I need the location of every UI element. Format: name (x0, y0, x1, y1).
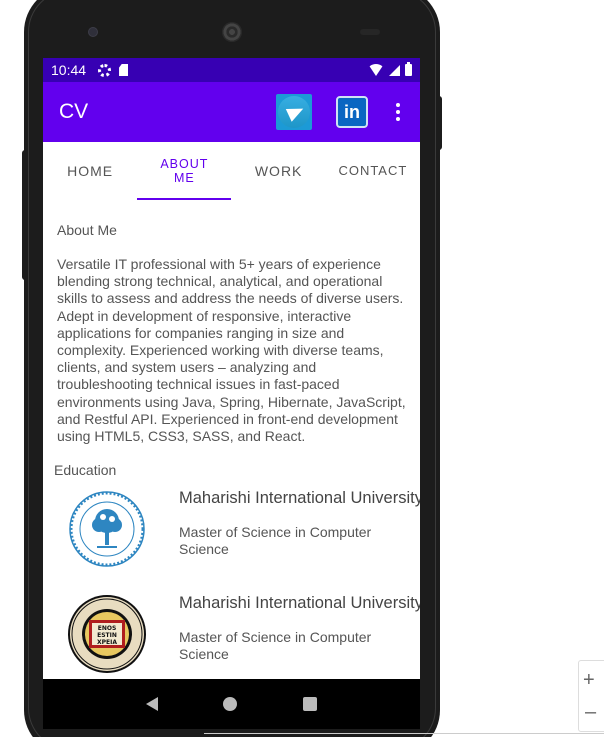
tab-label: HOME (67, 163, 114, 179)
wifi-icon (368, 64, 384, 76)
bethany-lutheran-seal-logo: ENOS ESTIN XPEIA (68, 595, 146, 674)
recents-icon[interactable] (303, 697, 318, 711)
zoom-control: + – (578, 660, 604, 732)
emulator-stage: 10:44 CV in HOME ABOUT ME WORK CONTACT A… (0, 0, 604, 737)
about-content: About Me Versatile IT professional with … (43, 222, 420, 674)
tab-label: CONTACT (338, 163, 408, 178)
education-heading: Education (54, 462, 117, 479)
svg-text:XPEIA: XPEIA (97, 639, 117, 646)
system-nav-bar (43, 679, 420, 729)
status-bar: 10:44 (43, 58, 420, 82)
gear-icon (98, 63, 112, 77)
svg-text:ENOS: ENOS (98, 625, 117, 632)
phone-screen: 10:44 CV in HOME ABOUT ME WORK CONTACT A… (43, 58, 420, 679)
zoom-out-icon[interactable]: – (585, 701, 596, 724)
tab-label: WORK (254, 163, 303, 179)
status-time: 10:44 (51, 62, 87, 78)
tab-bar: HOME ABOUT ME WORK CONTACT (43, 142, 420, 200)
app-title: CV (59, 100, 89, 123)
back-icon[interactable] (145, 697, 158, 711)
tab-work[interactable]: WORK (232, 142, 326, 200)
linkedin-button[interactable]: in (336, 96, 368, 128)
education-item: Maharishi International University Maste… (67, 489, 420, 569)
tab-label: ABOUT ME (160, 157, 209, 185)
telegram-icon (278, 96, 310, 128)
linkedin-icon: in (344, 101, 360, 122)
svg-text:ESTIN: ESTIN (97, 632, 117, 639)
tab-home[interactable]: HOME (43, 142, 137, 200)
home-icon[interactable] (223, 697, 238, 711)
tab-about-me[interactable]: ABOUT ME (137, 142, 231, 200)
earpiece-speaker (222, 22, 242, 42)
panel-divider (204, 733, 604, 734)
front-camera (88, 27, 98, 37)
school-name: Maharishi International University (179, 594, 420, 613)
proximity-sensor (360, 29, 380, 35)
tab-contact[interactable]: CONTACT (326, 142, 420, 200)
more-vert-icon[interactable] (392, 99, 404, 125)
about-heading: About Me (57, 222, 117, 238)
school-name: Maharishi International University (179, 489, 420, 508)
signal-icon (389, 64, 400, 76)
sd-card-icon (119, 64, 129, 76)
zoom-in-icon[interactable]: + (583, 669, 595, 692)
telegram-button[interactable] (276, 94, 312, 130)
app-bar: CV in (43, 82, 420, 142)
about-text: Versatile IT professional with 5+ years … (57, 256, 406, 445)
degree-name: Master of Science in Computer Science (179, 524, 372, 558)
miu-seal-logo (69, 491, 145, 567)
education-info: Maharishi International University Maste… (179, 594, 420, 674)
degree-name: Master of Science in Computer Science (179, 629, 372, 663)
tab-indicator (137, 198, 231, 200)
battery-icon (405, 62, 412, 76)
paper-plane-icon (285, 102, 306, 122)
education-info: Maharishi International University Maste… (179, 489, 420, 569)
education-item: ENOS ESTIN XPEIA Maharishi International… (67, 594, 420, 674)
